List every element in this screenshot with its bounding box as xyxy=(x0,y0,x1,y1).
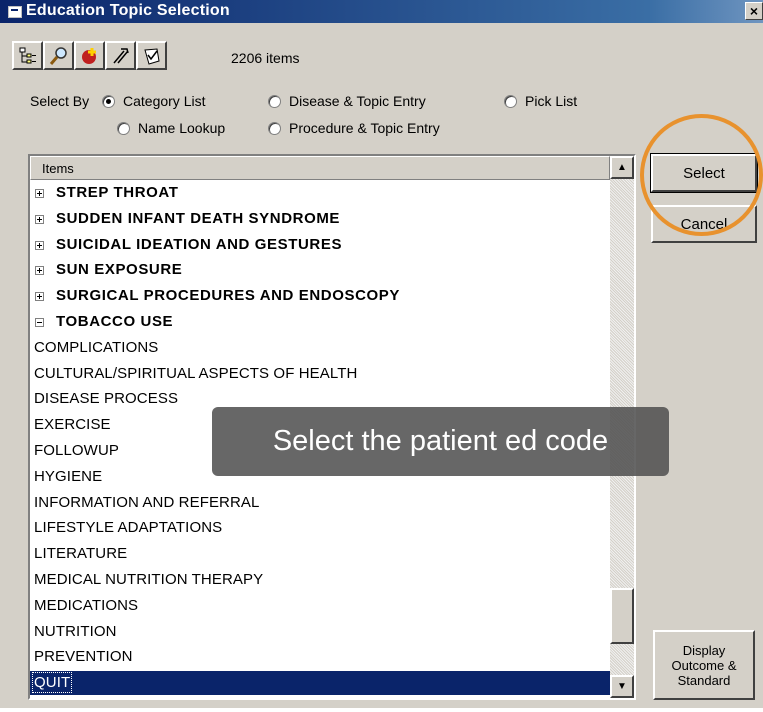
list-column-header[interactable]: Items xyxy=(30,156,610,180)
radio-unselected-icon xyxy=(268,94,281,108)
row-label: COMPLICATIONS xyxy=(34,338,159,356)
radio-unselected-icon xyxy=(117,121,130,135)
row-label: PREVENTION xyxy=(34,648,133,666)
close-icon: × xyxy=(749,3,759,19)
row-label: SURGICAL PROCEDURES AND ENDOSCOPY xyxy=(56,287,401,305)
row-label: MEDICAL NUTRITION THERAPY xyxy=(34,571,264,588)
tools-button[interactable] xyxy=(105,41,136,70)
item-count: 2206 items xyxy=(231,50,300,66)
row-label: MEDICATIONS xyxy=(34,596,139,614)
title-bar[interactable]: Education Topic Selection × xyxy=(0,0,763,23)
add-icon xyxy=(82,48,96,64)
education-topic-selection-window: Education Topic Selection × 2206 items S… xyxy=(0,0,763,708)
instruction-callout: Select the patient ed code xyxy=(212,407,669,476)
row-label: FOLLOWUP xyxy=(34,442,119,459)
expand-icon[interactable] xyxy=(35,189,44,198)
row-label: QUIT xyxy=(31,672,73,694)
search-button[interactable] xyxy=(43,41,74,70)
cancel-button[interactable]: Cancel xyxy=(651,205,757,243)
radio-unselected-icon xyxy=(504,94,517,108)
category-row[interactable]: SUN EXPOSURE xyxy=(30,258,610,282)
radio-procedure-topic-entry[interactable]: Procedure & Topic Entry xyxy=(268,119,440,137)
category-row[interactable]: STREP THROAT xyxy=(30,181,610,205)
checklist-button[interactable] xyxy=(136,41,167,70)
category-row[interactable]: SUICIDAL IDEATION AND GESTURES xyxy=(30,233,610,257)
radio-name-lookup[interactable]: Name Lookup xyxy=(117,119,225,137)
category-row[interactable]: SUDDEN INFANT DEATH SYNDROME xyxy=(30,207,610,231)
window-icon xyxy=(8,6,22,18)
scroll-down-button[interactable]: ▼ xyxy=(610,675,634,698)
topic-row[interactable]: MEDICATIONS xyxy=(30,594,610,618)
collapse-icon[interactable] xyxy=(35,318,44,327)
row-label: STREP THROAT xyxy=(56,184,179,201)
row-label: LITERATURE xyxy=(34,545,128,563)
radio-label: Name Lookup xyxy=(138,120,226,136)
topic-row[interactable]: CULTURAL/SPIRITUAL ASPECTS OF HEALTH xyxy=(30,362,610,386)
radio-label: Pick List xyxy=(525,93,578,109)
expand-icon[interactable] xyxy=(35,266,44,276)
row-label: LIFESTYLE ADAPTATIONS xyxy=(34,519,223,537)
select-button[interactable]: Select xyxy=(650,153,758,193)
row-label: NUTRITION xyxy=(34,622,117,640)
row-label: EXERCISE xyxy=(34,416,111,434)
scroll-thumb[interactable] xyxy=(610,588,634,645)
radio-label: Disease & Topic Entry xyxy=(289,93,426,109)
expand-icon[interactable] xyxy=(35,240,44,250)
topic-row[interactable]: QUIT xyxy=(30,671,610,696)
row-label: INFORMATION AND REFERRAL xyxy=(34,493,260,511)
row-label: SUN EXPOSURE xyxy=(56,261,183,279)
checklist-icon xyxy=(144,48,160,65)
topic-row[interactable]: LITERATURE xyxy=(30,542,610,566)
radio-label: Procedure & Topic Entry xyxy=(289,120,440,136)
window-title: Education Topic Selection xyxy=(26,2,230,19)
radio-category-list[interactable]: Category List xyxy=(102,92,205,110)
expand-icon[interactable] xyxy=(35,214,44,224)
tools-icon xyxy=(113,48,129,64)
row-label: HYGIENE xyxy=(34,467,103,485)
topic-row[interactable]: NUTRITION xyxy=(30,620,610,644)
arrow-up-icon: ▲ xyxy=(617,162,627,173)
topic-row[interactable]: COMPLICATIONS xyxy=(30,336,610,360)
display-outcome-standard-button[interactable]: Display Outcome & Standard xyxy=(653,630,755,700)
radio-disease-topic-entry[interactable]: Disease & Topic Entry xyxy=(268,92,426,110)
radio-label: Category List xyxy=(123,93,206,109)
topic-row[interactable]: PREVENTION xyxy=(30,645,610,669)
topic-row[interactable]: MEDICAL NUTRITION THERAPY xyxy=(30,568,610,592)
expand-icon[interactable] xyxy=(35,292,44,302)
row-label: CULTURAL/SPIRITUAL ASPECTS OF HEALTH xyxy=(34,364,358,382)
arrow-down-icon: ▼ xyxy=(617,681,627,692)
close-button[interactable]: × xyxy=(745,2,763,20)
topic-row[interactable]: INFORMATION AND REFERRAL xyxy=(30,491,610,515)
radio-unselected-icon xyxy=(268,121,281,135)
add-button[interactable] xyxy=(74,41,105,70)
category-row[interactable]: SURGICAL PROCEDURES AND ENDOSCOPY xyxy=(30,284,610,308)
scroll-up-button[interactable]: ▲ xyxy=(610,156,634,179)
tree-view-button[interactable] xyxy=(12,41,43,70)
topic-row[interactable]: LIFESTYLE ADAPTATIONS xyxy=(30,516,610,540)
radio-selected-icon xyxy=(102,94,115,108)
category-row[interactable]: TOBACCO USE xyxy=(30,310,610,334)
search-icon xyxy=(49,47,67,65)
radio-pick-list[interactable]: Pick List xyxy=(504,92,577,110)
row-label: SUICIDAL IDEATION AND GESTURES xyxy=(56,235,343,253)
select-by-label: Select By xyxy=(30,93,90,109)
tree-view-icon xyxy=(19,47,36,64)
row-label: DISEASE PROCESS xyxy=(34,390,179,408)
row-label: SUDDEN INFANT DEATH SYNDROME xyxy=(56,209,341,227)
row-label: TOBACCO USE xyxy=(56,313,174,330)
